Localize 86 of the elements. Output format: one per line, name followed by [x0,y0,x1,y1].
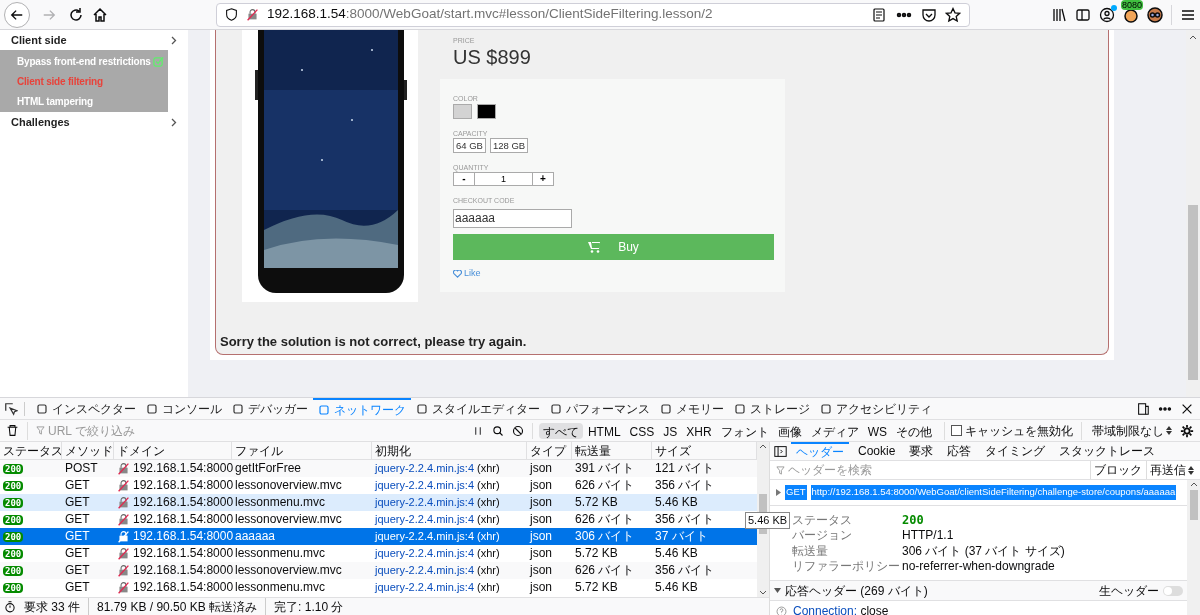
domain-cell: 192.168.1.54:8000 [133,477,234,494]
file-cell: lessonmenu.mvc [235,495,326,509]
status-code-badge: 200 [3,481,24,491]
field-label: リファラーポリシー [792,559,900,574]
file-cell: lessonmenu.mvc [235,546,326,560]
transferred-cell: 626 バイト [575,478,635,492]
domain-cell: 192.168.1.54:8000 [133,528,234,545]
size-cell: 356 バイト [655,478,715,492]
header-name: Connection: [793,604,858,615]
url-text: 192.168.1.54:8000/WebGoat/start.mvc#lesson/ClientSideFiltering.lesson/2 [267,5,713,24]
transferred-cell: 5.72 KB [575,580,618,594]
method-cell: GET [65,580,90,594]
domain-cell: 192.168.1.54:8000 [133,562,234,579]
size-cell: 37 バイト [655,529,708,543]
finish-time: 完了: 1.10 分 [265,597,344,615]
transferred-cell: 626 バイト [575,512,635,526]
cause-cell-text: (xhr) [477,563,500,578]
size-cell: 5.46 KB [655,495,698,509]
request-url: http://192.168.1.54:8000/WebGoat/clientSideFiltering/challenge-store/coupons/aaaaaa [810,485,1177,500]
cause-cell-text: (xhr) [477,546,500,561]
error-message: Sorry the solution is not correct, please try again. [219,332,528,351]
header-value: close [860,604,889,615]
raw-headers-label: 生ヘッダー [1099,582,1159,600]
tooltip: 5.46 KB [745,512,791,529]
type-cell: json [530,461,552,475]
size-cell: 356 バイト [655,512,715,526]
request-count: 要求 33 件 [24,598,80,615]
domain-cell: 192.168.1.54:8000 [133,494,234,511]
field-value: HTTP/1.1 [902,527,954,545]
transferred-cell: 626 バイト [575,563,635,577]
request-method: GET [785,485,807,500]
status-code-badge: 200 [3,498,24,508]
method-cell: GET [65,563,90,577]
file-cell: lessonmenu.mvc [235,580,326,594]
transferred-cell: 5.72 KB [575,546,618,560]
cause-cell-text: (xhr) [477,461,500,476]
section-title: 応答ヘッダー (269 バイト) [785,582,929,600]
type-cell: json [530,512,552,526]
type-cell: json [530,529,552,543]
method-cell: GET [65,495,90,509]
field-value: 306 バイト (37 バイト サイズ) [902,542,1065,560]
status-code-badge: 200 [3,549,24,559]
file-cell: lessonoverview.mvc [235,512,342,526]
status-code-badge: 200 [3,583,24,593]
type-cell: json [530,478,552,492]
type-cell: json [530,495,552,509]
transferred-cell: 5.72 KB [575,495,618,509]
method-cell: GET [65,512,90,526]
domain-cell: 192.168.1.54:8000 [133,545,234,562]
type-cell: json [530,580,552,594]
field-label: 転送量 [792,543,828,558]
type-cell: json [530,546,552,560]
transferred-cell: 391 バイト [575,461,635,475]
status-code-badge: 200 [3,532,24,542]
method-cell: GET [65,546,90,560]
field-value: 200 [902,511,924,529]
domain-cell: 192.168.1.54:8000 [133,511,234,528]
cause-cell-text: (xhr) [477,512,500,527]
transferred-total: 81.79 KB / 90.50 KB 転送済み [88,597,258,615]
domain-cell: 192.168.1.54:8000 [133,460,234,477]
file-cell: aaaaaa [235,529,276,543]
method-cell: GET [65,478,90,492]
price-text: US $899 [453,45,532,69]
cause-cell-text: (xhr) [477,478,500,493]
cause-cell-text: (xhr) [477,580,500,595]
status-code-badge: 200 [3,566,24,576]
field-value: no-referrer-when-downgrade [902,558,1055,576]
field-label: バージョン [792,528,852,543]
field-label: ステータス [792,512,852,527]
size-cell: 356 バイト [655,563,715,577]
method-cell: GET [65,529,90,543]
file-cell: getItForFree [235,461,302,475]
cause-cell-text: (xhr) [477,495,500,510]
type-cell: json [530,563,552,577]
domain-cell: 192.168.1.54:8000 [133,579,234,596]
size-cell: 5.46 KB [655,546,698,560]
file-cell: lessonoverview.mvc [235,478,342,492]
status-code-badge: 200 [3,464,24,474]
transferred-cell: 306 バイト [575,529,635,543]
file-cell: lessonoverview.mvc [235,563,342,577]
status-code-badge: 200 [3,515,24,525]
extension-badge: 8080 [1121,0,1144,10]
cause-cell-text: (xhr) [477,529,500,544]
size-cell: 121 バイト [655,461,715,475]
size-cell: 5.46 KB [655,580,698,594]
method-cell: POST [65,461,98,475]
